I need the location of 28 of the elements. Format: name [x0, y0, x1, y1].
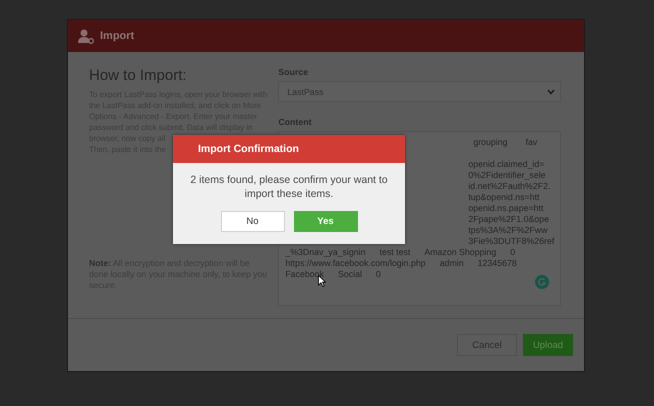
content-text: 12345678: [478, 258, 517, 269]
content-text: test test: [380, 247, 410, 258]
content-text: 3Fie%3DUTF8%26ref: [468, 236, 554, 247]
confirmation-title: Import Confirmation: [173, 135, 405, 163]
upload-button[interactable]: Upload: [523, 334, 573, 356]
content-text: Amazon Shopping: [424, 247, 496, 258]
content-text: openid.ns.pape=htt: [468, 203, 544, 214]
content-text: Social: [338, 269, 362, 280]
yes-button[interactable]: Yes: [294, 211, 358, 232]
confirmation-message: 2 items found, please confirm your want to import these items.: [189, 173, 389, 201]
content-text: grouping: [473, 137, 508, 148]
content-text: 2Fpape%2F1.0&ope: [468, 214, 550, 225]
content-text: admin: [440, 258, 464, 269]
content-text: tps%3A%2F%2Fww: [468, 225, 548, 236]
content-text: id.net%2Fauth%2F2.: [468, 181, 550, 192]
user-gear-icon: [78, 28, 94, 44]
content-text: https://www.facebook.com/login.php: [285, 258, 426, 269]
content-text: fav: [526, 137, 538, 148]
content-text: 0: [510, 247, 516, 258]
content-text: 0: [376, 269, 381, 280]
dialog-title: Import: [100, 30, 134, 42]
no-button[interactable]: No: [220, 211, 284, 232]
content-text: _%3Dnav_ya_signin: [285, 247, 366, 258]
content-text: 0%2Fidentifier_sele: [468, 170, 546, 181]
chevron-down-icon: [547, 88, 556, 94]
content-text: openid.claimed_id=: [468, 159, 544, 170]
content-text: tup&openid.ns=htt: [468, 192, 540, 203]
content-text: Facebook: [285, 269, 324, 280]
